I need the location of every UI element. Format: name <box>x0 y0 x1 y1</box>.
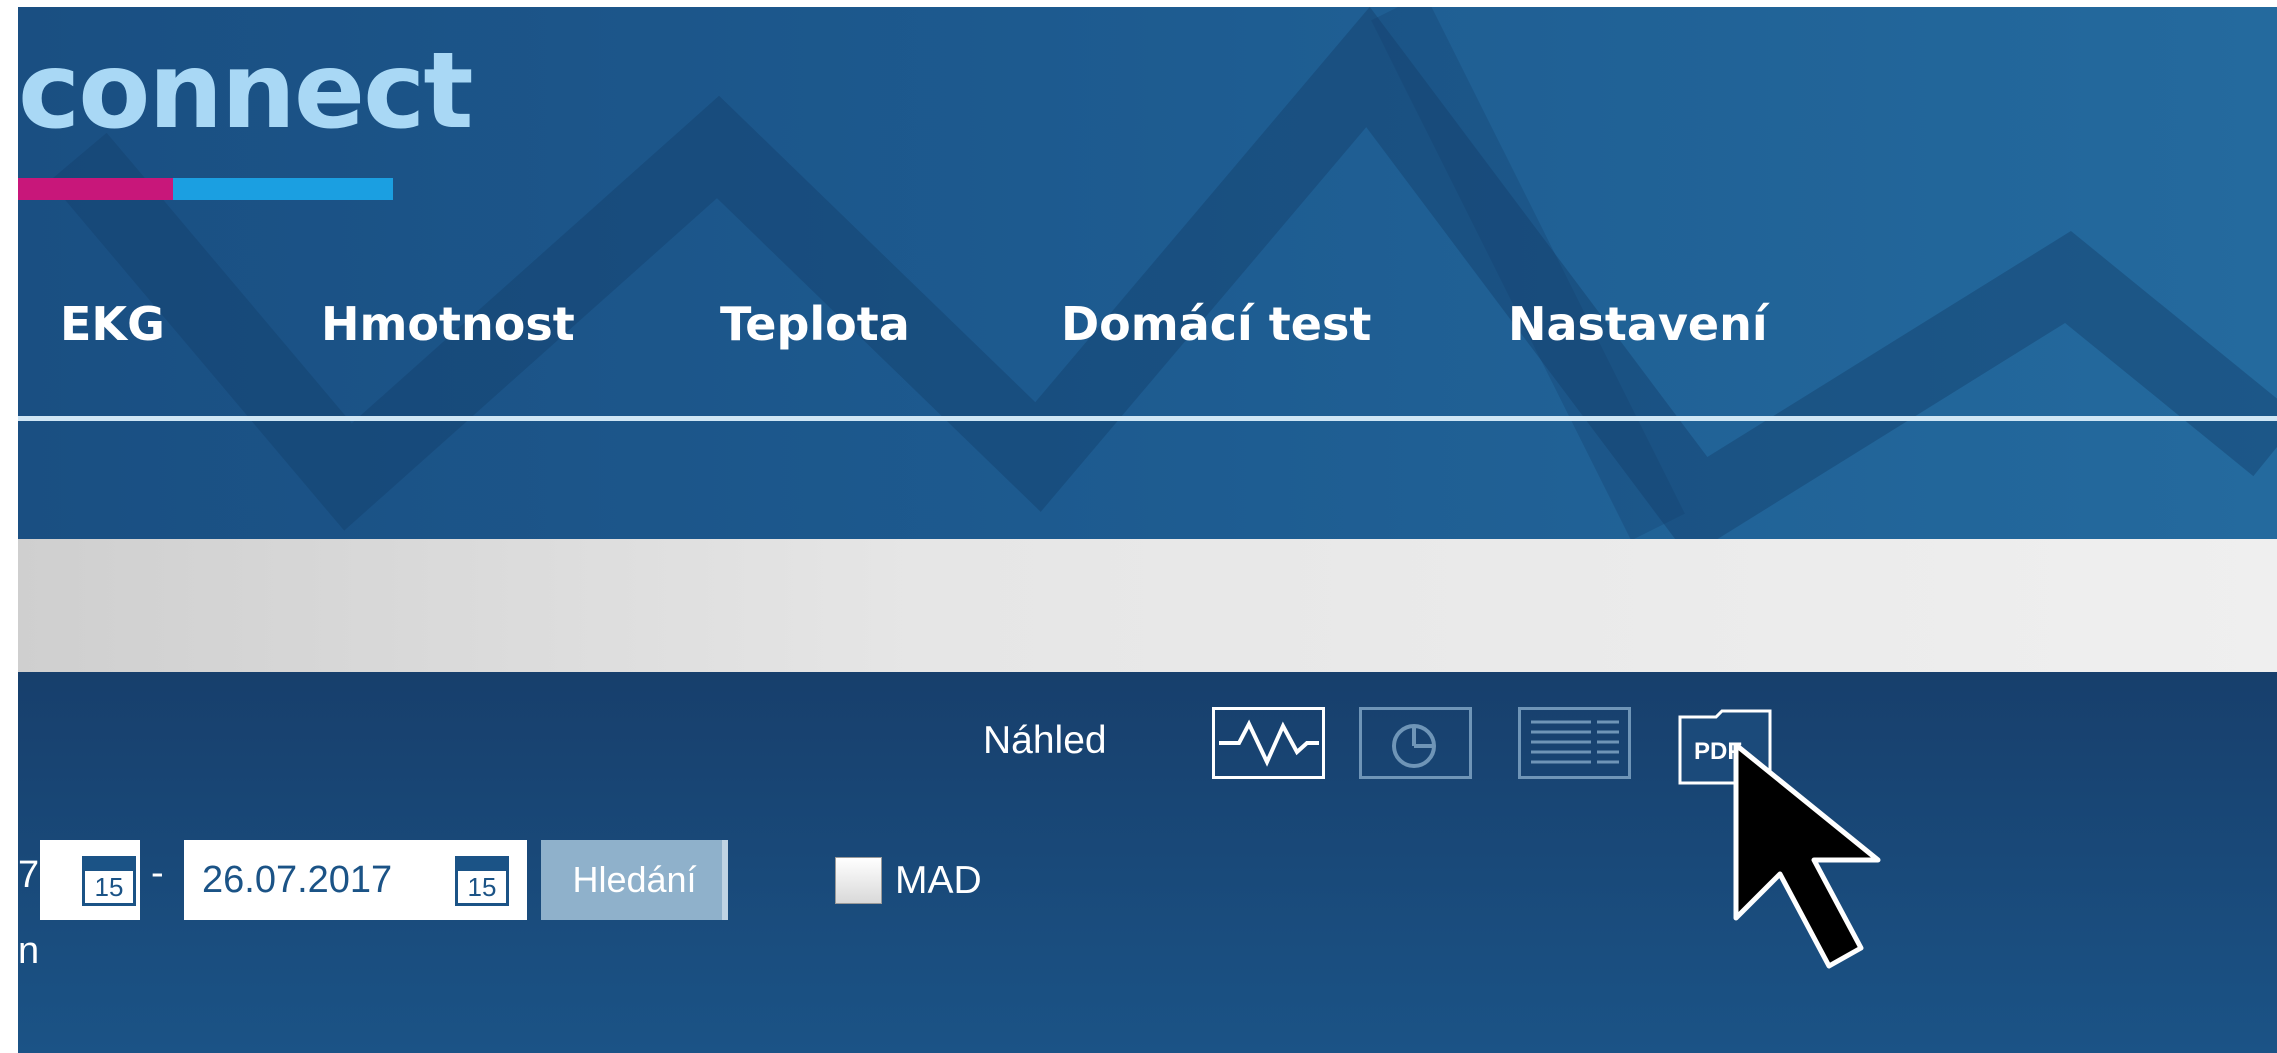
calendar-day: 15 <box>467 872 497 902</box>
gray-band <box>18 539 2277 672</box>
search-button[interactable]: Hledání <box>541 840 728 920</box>
logo-underline-blue <box>173 178 393 200</box>
date-to-field[interactable]: 26.07.2017 15 <box>184 840 527 920</box>
mouse-cursor-icon <box>1733 742 1881 969</box>
toolbar: Náhled PDF 7 15 - 26.07.2017 15 Hledání … <box>18 672 2277 1053</box>
nav-item-ekg[interactable]: EKG <box>60 297 165 351</box>
date-from-partial[interactable]: 7 <box>18 854 39 897</box>
nav-item-nastaveni[interactable]: Nastavení <box>1508 297 1768 351</box>
nav-item-domaci-test[interactable]: Domácí test <box>1061 297 1371 351</box>
table-view-icon <box>1531 720 1619 764</box>
mad-label: MAD <box>895 859 982 902</box>
date-from-field[interactable]: 15 <box>40 840 140 920</box>
pie-chart-view-icon <box>1392 724 1436 768</box>
calendar-day: 15 <box>94 872 124 902</box>
app-window: connect EKG Hmotnost Teplota Domácí test… <box>18 7 2277 1053</box>
calendar-icon-to[interactable]: 15 <box>455 856 509 906</box>
pie-chart-view-button[interactable] <box>1359 707 1472 779</box>
nav-divider <box>18 416 2277 421</box>
preview-label: Náhled <box>983 719 1107 762</box>
logo-text: connect <box>18 30 474 152</box>
table-view-button[interactable] <box>1518 707 1631 779</box>
date-separator: - <box>151 852 164 894</box>
mad-checkbox[interactable] <box>835 857 882 904</box>
logo-underline-pink <box>18 178 173 200</box>
chart-view-button[interactable] <box>1212 707 1325 779</box>
nav-item-teplota[interactable]: Teplota <box>720 297 910 351</box>
calendar-icon-from[interactable]: 15 <box>82 856 136 906</box>
header: connect EKG Hmotnost Teplota Domácí test… <box>18 7 2277 539</box>
nav-item-hmotnost[interactable]: Hmotnost <box>321 297 575 351</box>
date-to-value: 26.07.2017 <box>202 859 393 901</box>
partial-text: n <box>18 930 40 972</box>
chart-view-icon <box>1219 719 1319 767</box>
